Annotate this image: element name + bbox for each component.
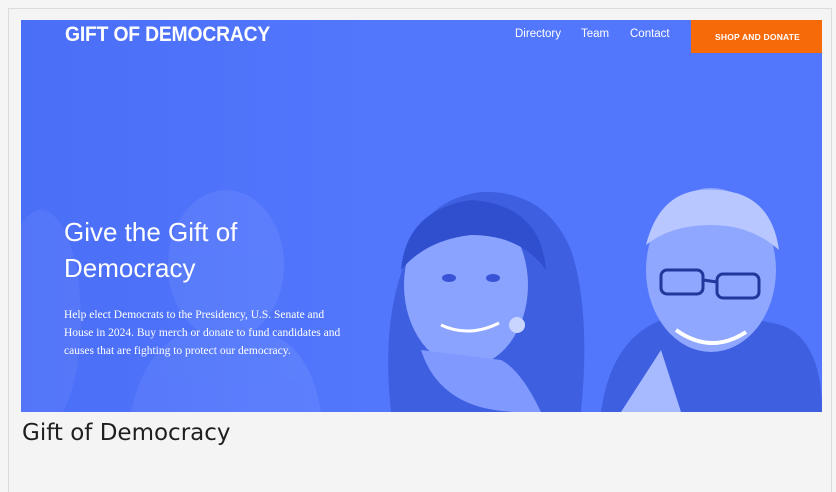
hero-blurb: Help elect Democrats to the Presidency, … xyxy=(64,309,341,357)
page-caption[interactable]: Gift of Democracy xyxy=(22,420,231,446)
top-nav: GIFT OF DEMOCRACY Directory Team Contact… xyxy=(21,20,822,53)
hero-headline: Give the Gift of Democracy xyxy=(64,217,238,283)
shop-and-donate-button[interactable]: SHOP AND DONATE xyxy=(691,20,822,53)
nav-link-directory[interactable]: Directory xyxy=(515,28,561,40)
nav-link-team[interactable]: Team xyxy=(581,28,609,40)
nav-link-contact[interactable]: Contact xyxy=(630,28,670,40)
hero-banner[interactable]: GIFT OF DEMOCRACY Directory Team Contact… xyxy=(21,20,822,412)
site-logo[interactable]: GIFT OF DEMOCRACY xyxy=(65,23,270,47)
